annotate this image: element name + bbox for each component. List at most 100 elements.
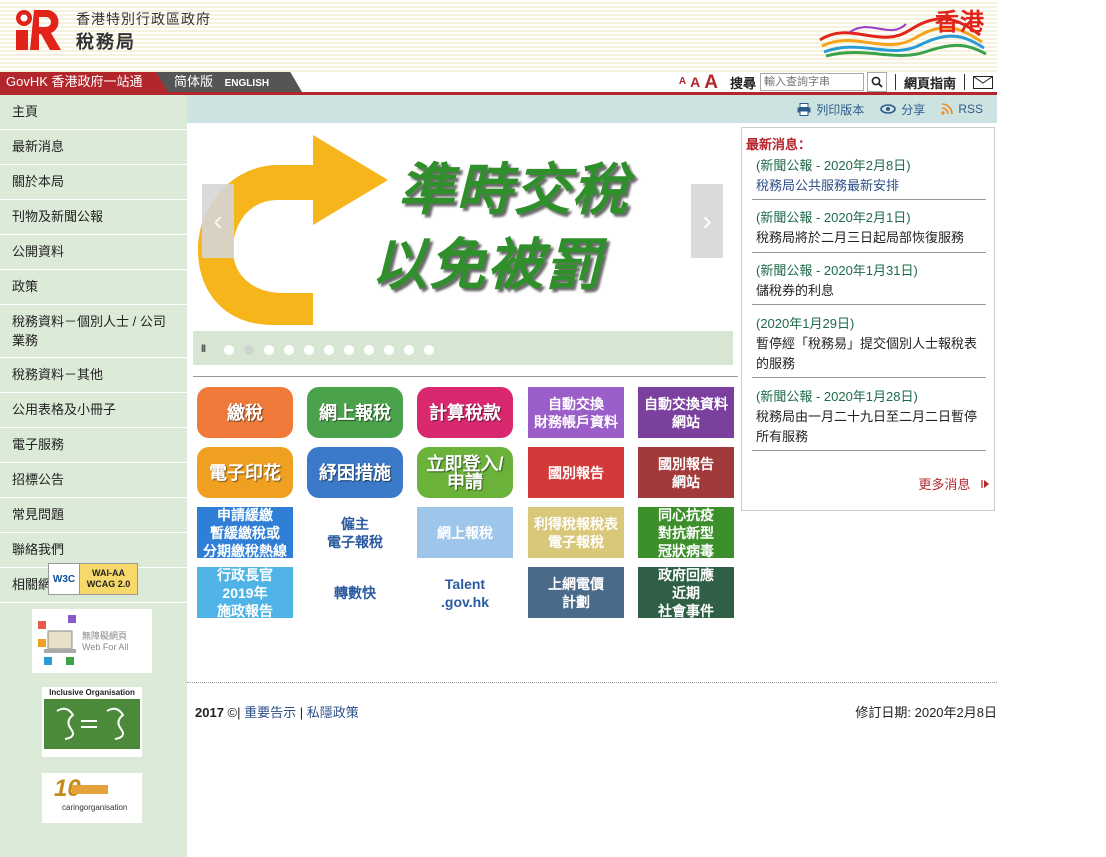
rss-label: RSS [958, 102, 983, 116]
service-tile[interactable]: 轉數快 [307, 567, 403, 618]
lang-simplified-link[interactable]: 简体版 [174, 74, 213, 89]
sidebar-item-forms[interactable]: 公用表格及小冊子 [0, 393, 187, 428]
news-divider [752, 304, 986, 305]
news-item[interactable]: (2020年1月29日) 暫停經「稅務易」提交個別人士報稅表的服務 [756, 314, 986, 374]
sidebar-item-tax-other[interactable]: 稅務資料－其他 [0, 358, 187, 393]
wcag-version-text: WCAG 2.0 [86, 579, 131, 589]
news-item[interactable]: (新聞公報 - 2020年1月31日) 儲稅券的利息 [756, 261, 986, 301]
service-tile[interactable]: 同心抗疫 對抗新型 冠狀病毒 [638, 506, 734, 559]
service-tile[interactable]: 國別報告 網站 [638, 447, 734, 498]
service-tile-label: 上網電價 計劃 [548, 575, 604, 610]
inclusive-organisation-badge[interactable]: Inclusive Organisation [42, 687, 142, 757]
sidebar-item-about[interactable]: 關於本局 [0, 165, 187, 200]
ird-logo-icon[interactable] [14, 8, 64, 52]
banner-dot[interactable] [424, 345, 434, 355]
share-link[interactable]: 分享 [880, 101, 925, 118]
news-title: 最新消息： [746, 137, 812, 152]
banner-next-button[interactable]: › [691, 184, 723, 258]
news-item[interactable]: (新聞公報 - 2020年1月28日) 稅務局由一月二十九日至二月二日暫停所有服… [756, 387, 986, 447]
share-icon [880, 104, 897, 114]
nav-tools: A A A 搜尋 網頁指南 [679, 72, 993, 92]
service-tile-label: 同心抗疫 對抗新型 冠狀病毒 [658, 506, 714, 559]
news-divider [752, 199, 986, 200]
font-size-large-button[interactable]: A [704, 73, 718, 92]
service-tile[interactable]: 繳稅 [197, 387, 293, 438]
banner-dot[interactable] [304, 345, 314, 355]
service-tile[interactable]: 國別報告 [528, 447, 624, 498]
sidebar-item-policy[interactable]: 政策 [0, 270, 187, 305]
service-tile[interactable]: 上網電價 計劃 [528, 567, 624, 618]
hero-banner[interactable]: 準時交稅 以免被罰 ‹ › [193, 125, 735, 330]
utility-bar: 列印版本 分享 RSS [187, 95, 997, 123]
font-size-small-button[interactable]: A [679, 77, 686, 87]
service-tile[interactable]: 網上報稅 [417, 507, 513, 558]
sidebar-item-e-services[interactable]: 電子服務 [0, 428, 187, 463]
print-link[interactable]: 列印版本 [797, 101, 864, 118]
wcag-badge[interactable]: W3C WAI-AA WCAG 2.0 [48, 563, 138, 595]
banner-dot[interactable] [404, 345, 414, 355]
important-notices-link[interactable]: 重要告示 [244, 705, 296, 720]
banner-dot[interactable] [224, 345, 234, 355]
service-tile[interactable]: 立即登入/ 申請 [417, 447, 513, 498]
more-news-label: 更多消息 [918, 477, 971, 492]
dept-title[interactable]: 稅務局 [76, 28, 136, 54]
service-tile[interactable]: 紓困措施 [307, 447, 403, 498]
service-tile[interactable]: 申請緩繳 暫緩繳稅或 分期繳稅熱線 [197, 506, 293, 559]
banner-dot[interactable] [344, 345, 354, 355]
sidebar-item-tenders[interactable]: 招標公告 [0, 463, 187, 498]
service-tile-label: 網上報稅 [437, 524, 493, 541]
news-item[interactable]: (新聞公報 - 2020年2月8日) 稅務局公共服務最新安排 [756, 156, 986, 196]
footer-left: 2017 ©| 重要告示 | 私隱政策 [195, 702, 359, 721]
service-tile-label: 申請緩繳 暫緩繳稅或 分期繳稅熱線 [203, 506, 287, 559]
banner-dot[interactable] [244, 345, 254, 355]
service-tile-label: 自動交換資料 網站 [644, 395, 728, 430]
lang-english-link[interactable]: ENGLISH [225, 78, 269, 89]
service-tile[interactable]: 僱主 電子報稅 [307, 507, 403, 558]
news-divider [752, 252, 986, 253]
sidebar-item-faq[interactable]: 常見問題 [0, 498, 187, 533]
caring-organisation-badge[interactable]: 10 caringorganisation [42, 773, 142, 823]
service-tile[interactable]: 網上報稅 [307, 387, 403, 438]
banner-pause-button[interactable]: II [201, 343, 206, 355]
news-date: (2020年1月29日) [756, 316, 855, 331]
site-guide-link[interactable]: 網頁指南 [904, 73, 956, 92]
web-for-all-en: Web For All [82, 642, 129, 652]
sidebar-item-publications[interactable]: 刊物及新聞公報 [0, 200, 187, 235]
print-label: 列印版本 [816, 102, 865, 117]
service-tile[interactable]: Talent .gov.hk [417, 567, 513, 618]
news-body: 稅務局由一月二十九日至二月二日暫停所有服務 [756, 409, 978, 444]
news-date: (新聞公報 - 2020年2月8日) [756, 158, 911, 173]
search-icon [871, 76, 883, 88]
service-tile[interactable]: 計算稅款 [417, 387, 513, 438]
govhk-link[interactable]: GovHK 香港政府一站通 [0, 72, 168, 92]
font-size-medium-button[interactable]: A [690, 75, 700, 89]
service-tile-label: 利得稅報稅表 電子報稅 [534, 515, 618, 550]
service-tile[interactable]: 政府回應 近期 社會事件 [638, 567, 734, 619]
banner-prev-button[interactable]: ‹ [202, 184, 234, 258]
news-item[interactable]: (新聞公報 - 2020年2月1日) 稅務局將於二月三日起局部恢復服務 [756, 208, 986, 248]
web-for-all-badge[interactable]: 無障礙網頁 Web For All [32, 609, 152, 673]
sidebar-item-home[interactable]: 主頁 [0, 95, 187, 130]
service-tile[interactable]: 自動交換 財務帳戶資料 [528, 387, 624, 438]
wcag-level: WAI-AA WCAG 2.0 [80, 564, 137, 594]
service-tile[interactable]: 電子印花 [197, 447, 293, 498]
banner-dot[interactable] [264, 345, 274, 355]
more-news-link[interactable]: 更多消息 [918, 474, 990, 493]
sidebar-item-public-info[interactable]: 公開資料 [0, 235, 187, 270]
service-tile-label: 國別報告 網站 [658, 455, 714, 490]
search-input[interactable] [759, 73, 864, 91]
service-tile[interactable]: 自動交換資料 網站 [638, 387, 734, 438]
sidebar-item-tax-individual-business[interactable]: 稅務資料－個別人士 / 公司業務 [0, 305, 187, 358]
wcag-level-text: WAI-AA [92, 568, 125, 578]
sidebar-item-whats-new[interactable]: 最新消息 [0, 130, 187, 165]
banner-dot[interactable] [284, 345, 294, 355]
banner-dot[interactable] [324, 345, 334, 355]
service-tile[interactable]: 行政長官 2019年 施政報告 [197, 567, 293, 619]
privacy-policy-link[interactable]: 私隱政策 [307, 705, 359, 720]
banner-dot[interactable] [384, 345, 394, 355]
service-tile[interactable]: 利得稅報稅表 電子報稅 [528, 507, 624, 558]
mail-icon[interactable] [973, 75, 993, 89]
rss-link[interactable]: RSS [941, 102, 983, 116]
banner-dot[interactable] [364, 345, 374, 355]
search-button[interactable] [866, 72, 887, 92]
